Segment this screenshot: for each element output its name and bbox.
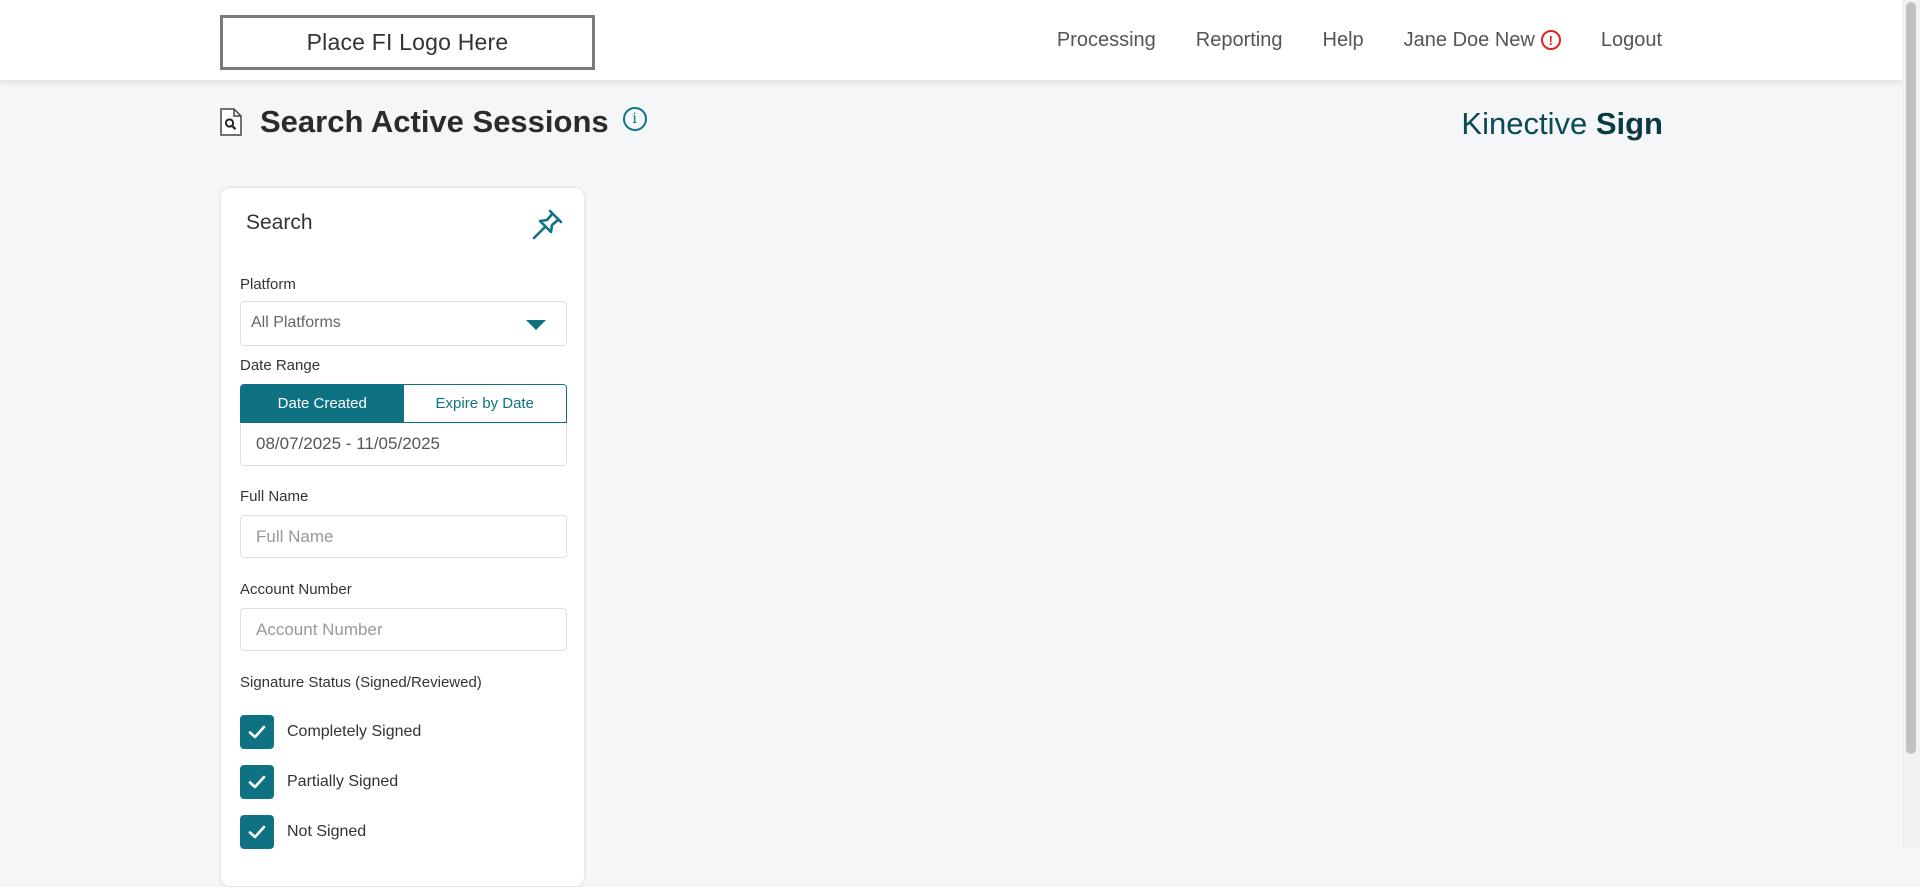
nav-help[interactable]: Help <box>1323 29 1364 52</box>
date-range-input[interactable] <box>240 423 567 466</box>
nav-user-menu[interactable]: Jane Doe New ! <box>1404 29 1561 52</box>
scrollbar-thumb[interactable] <box>1906 2 1916 754</box>
info-icon[interactable]: i <box>622 107 647 131</box>
nav-processing[interactable]: Processing <box>1057 29 1156 52</box>
platform-select-value: All Platforms <box>251 314 341 331</box>
checkbox-box[interactable] <box>240 815 274 849</box>
document-search-icon <box>220 108 242 136</box>
brand-prefix: Kinective <box>1461 106 1588 141</box>
date-range-toggle: Date Created Expire by Date <box>240 384 567 423</box>
user-name: Jane Doe New <box>1403 28 1535 51</box>
search-panel: Search Platform All Platforms Date Range… <box>220 187 585 887</box>
checkbox-partially-signed[interactable]: Partially Signed <box>240 765 398 799</box>
checkbox-not-signed[interactable]: Not Signed <box>240 815 366 849</box>
check-icon <box>248 725 266 739</box>
signature-status-label: Signature Status (Signed/Reviewed) <box>240 674 482 691</box>
nav-reporting[interactable]: Reporting <box>1196 29 1283 52</box>
chevron-down-icon <box>526 320 546 330</box>
checkbox-box[interactable] <box>240 765 274 799</box>
check-icon <box>248 825 266 839</box>
alert-icon: ! <box>1540 30 1561 50</box>
main-nav: Processing Reporting Help Jane Doe New !… <box>1057 0 1662 80</box>
page-scrollbar[interactable] <box>1902 0 1920 847</box>
full-name-input[interactable] <box>240 515 567 558</box>
logo-text: Place FI Logo Here <box>306 29 509 55</box>
kinective-sign-brand: Kinective Sign <box>1461 106 1663 142</box>
fi-logo[interactable]: Place FI Logo Here <box>220 15 595 70</box>
search-panel-title: Search <box>246 211 313 234</box>
checkbox-completely-signed[interactable]: Completely Signed <box>240 715 421 749</box>
brand-suffix: Sign <box>1595 106 1663 141</box>
tab-expire-by-date[interactable]: Expire by Date <box>403 385 566 422</box>
full-name-label: Full Name <box>240 488 309 505</box>
check-icon <box>248 775 266 789</box>
checkbox-label: Completely Signed <box>287 723 422 740</box>
top-navigation-bar: Place FI Logo Here Processing Reporting … <box>0 0 1902 80</box>
checkbox-box[interactable] <box>240 715 274 749</box>
account-number-input[interactable] <box>240 608 567 651</box>
platform-label: Platform <box>240 276 296 293</box>
checkbox-label: Partially Signed <box>287 773 399 790</box>
platform-select[interactable]: All Platforms <box>240 301 567 346</box>
date-range-label: Date Range <box>240 357 321 374</box>
checkbox-label: Not Signed <box>287 823 367 840</box>
page-title-row: Search Active Sessions i <box>220 104 647 140</box>
nav-logout[interactable]: Logout <box>1601 29 1662 52</box>
page-title: Search Active Sessions <box>260 104 609 139</box>
account-number-label: Account Number <box>240 581 352 598</box>
pin-icon[interactable] <box>530 208 564 242</box>
tab-date-created[interactable]: Date Created <box>241 385 404 422</box>
